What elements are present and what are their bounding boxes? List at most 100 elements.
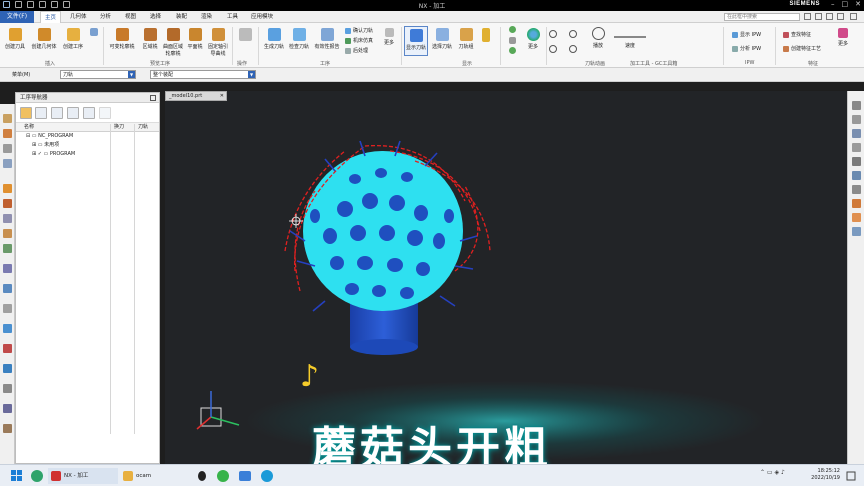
tree-row[interactable]: ⊟ ▭ NC_PROGRAM xyxy=(16,132,159,141)
column-tool-change[interactable]: 换刀 xyxy=(114,123,124,132)
generate-toolpath-button[interactable]: 生成刀轨 xyxy=(262,28,286,50)
more-process-button[interactable]: 更多 xyxy=(380,28,398,46)
web-browser-icon[interactable] xyxy=(3,244,12,253)
create-feature-process-button[interactable]: 创建特征工艺 xyxy=(783,45,821,52)
taskbar-app-nx[interactable]: NX - 加工 xyxy=(48,468,118,484)
postprocess-button[interactable]: 后处理 xyxy=(345,47,368,54)
start-button[interactable] xyxy=(10,469,24,483)
options-icon[interactable] xyxy=(3,384,12,393)
display-option-button[interactable] xyxy=(480,28,492,44)
maximize-icon[interactable]: □ xyxy=(842,0,849,8)
reuse-library-icon[interactable] xyxy=(3,214,12,223)
file-menu-button[interactable]: 文件(F) xyxy=(0,11,34,23)
settings-icon[interactable] xyxy=(837,13,844,20)
arrow-up-button[interactable] xyxy=(505,26,519,35)
tab-view[interactable]: 视图 xyxy=(125,11,136,23)
tab-select[interactable]: 选择 xyxy=(150,11,161,23)
display-toolpath-button[interactable]: 显示刀轨 xyxy=(404,26,428,56)
history-icon[interactable] xyxy=(3,264,12,273)
system-tray[interactable]: ⌃ ▭ ◈ ♪ xyxy=(760,469,800,483)
find-feature-button[interactable]: 查找特征 xyxy=(783,31,811,38)
light-settings-icon[interactable] xyxy=(852,213,861,222)
pan-icon[interactable] xyxy=(852,143,861,152)
machining-method-view-icon[interactable] xyxy=(67,107,79,119)
type-filter-select[interactable]: 刀轨 ▼ xyxy=(60,70,136,79)
create-operation-button[interactable]: 创建工序 xyxy=(60,28,86,50)
verify-toolpath-button[interactable]: 检查刀轨 xyxy=(287,28,311,50)
pinned-app-2-button[interactable] xyxy=(238,469,252,483)
surface-contour-button[interactable]: 曲面区域轮廓铣 xyxy=(161,28,185,57)
search-icon[interactable] xyxy=(804,13,811,20)
more-feature-button[interactable]: 更多 xyxy=(835,28,851,47)
area-mill-button[interactable]: 区域铣 xyxy=(139,28,161,50)
tab-render[interactable]: 渲染 xyxy=(201,11,212,23)
notification-button[interactable] xyxy=(846,469,856,483)
play-button[interactable]: 播放 xyxy=(588,27,608,49)
machine-tool-view-icon[interactable] xyxy=(35,107,47,119)
anim-back-button[interactable] xyxy=(548,45,558,55)
process-studio-icon[interactable] xyxy=(3,304,12,313)
pinned-app-3-button[interactable] xyxy=(260,469,274,483)
restore-icon[interactable] xyxy=(826,13,833,20)
show-ipw-button[interactable]: 显示 IPW xyxy=(732,31,761,38)
info-icon[interactable] xyxy=(3,364,12,373)
zoom-icon[interactable] xyxy=(852,115,861,124)
tab-analysis[interactable]: 分析 xyxy=(100,11,111,23)
tab-home[interactable]: 主页 xyxy=(40,11,62,23)
tab-geometry[interactable]: 几何体 xyxy=(70,11,87,23)
geometry-view-icon[interactable] xyxy=(51,107,63,119)
wechat-button[interactable] xyxy=(216,469,230,483)
speed-slider[interactable]: 速度 xyxy=(614,33,646,49)
taskbar-clock[interactable]: 18:25:12 2022/10/19 xyxy=(811,468,840,482)
column-toolpath[interactable]: 刀轨 xyxy=(138,123,148,132)
model-view[interactable]: ♪ xyxy=(165,91,847,464)
confirm-toolpath-button[interactable]: 确认刀轨 xyxy=(345,27,373,34)
anim-step-button[interactable] xyxy=(568,30,578,40)
expand-icon[interactable] xyxy=(99,107,111,119)
close-tab-icon[interactable]: ✕ xyxy=(220,92,224,101)
feature-navigator-icon[interactable] xyxy=(3,184,12,193)
section-view-icon[interactable] xyxy=(852,227,861,236)
minimize-icon[interactable]: – xyxy=(831,0,835,8)
fit-icon[interactable] xyxy=(852,101,861,110)
close-doc-icon[interactable] xyxy=(850,13,857,20)
operation-navigator-icon[interactable] xyxy=(3,114,12,123)
close-icon[interactable]: ✕ xyxy=(855,0,861,8)
material-icon[interactable] xyxy=(852,199,861,208)
column-name[interactable]: 名称 xyxy=(24,123,34,132)
program-order-view-icon[interactable] xyxy=(20,107,32,119)
analyze-ipw-button[interactable]: 分析 IPW xyxy=(732,45,761,52)
machine-navigator-icon[interactable] xyxy=(3,129,12,138)
roles-icon[interactable] xyxy=(3,324,12,333)
system-materials-icon[interactable] xyxy=(3,284,12,293)
hd3d-icon[interactable] xyxy=(3,229,12,238)
arrow-down-button[interactable] xyxy=(505,47,519,56)
graphics-window[interactable]: ♪ xyxy=(165,91,847,464)
part-file-tab[interactable]: _model10.prt ✕ xyxy=(165,91,227,101)
fixed-axis-guide-button[interactable]: 固定轴引导曲线 xyxy=(206,28,230,57)
validity-report-button[interactable]: 有效性报告 xyxy=(312,28,342,50)
more-display-button[interactable]: 更多 xyxy=(523,28,543,50)
help-icon[interactable] xyxy=(815,13,822,20)
arrow-mid-button[interactable] xyxy=(505,37,519,46)
tree-row[interactable]: ⊞ ✓ ▭ PROGRAM xyxy=(16,150,159,159)
find-icon[interactable] xyxy=(83,107,95,119)
anim-prev-button[interactable] xyxy=(548,30,558,40)
anim-forward-button[interactable] xyxy=(568,45,578,55)
scope-select[interactable]: 整个装配 ▼ xyxy=(150,70,256,79)
part-navigator-icon[interactable] xyxy=(3,144,12,153)
view-orient-icon[interactable] xyxy=(852,157,861,166)
ops-button[interactable] xyxy=(236,28,254,43)
show-hide-icon[interactable] xyxy=(852,185,861,194)
tab-tools[interactable]: 工具 xyxy=(227,11,238,23)
tab-applications[interactable]: 应用模块 xyxy=(251,11,273,23)
tree-row[interactable]: ⊞ ▭ 未用项 xyxy=(16,141,159,150)
render-style-icon[interactable] xyxy=(852,171,861,180)
palette-icon[interactable] xyxy=(3,344,12,353)
select-toolpath-button[interactable]: 选择刀轨 xyxy=(430,28,454,50)
toolpath-group-button[interactable]: 刀轨组 xyxy=(455,28,477,50)
search-input[interactable]: 在此框中搜索 xyxy=(724,13,800,21)
create-geometry-button[interactable]: 创建几何体 xyxy=(31,28,57,50)
create-tool-button[interactable]: 创建刀具 xyxy=(3,28,27,50)
taskbar-app-ocam[interactable]: ocam xyxy=(120,468,190,484)
